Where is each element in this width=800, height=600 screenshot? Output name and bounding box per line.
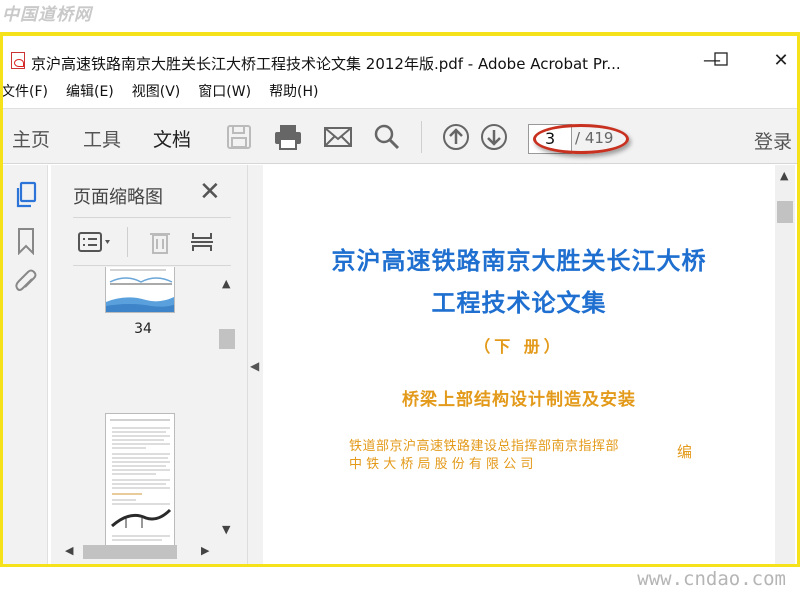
page-thumbnails-icon[interactable] [13,181,39,208]
doc-org-line1: 铁道部京沪高速铁路建设总指挥部南京指挥部 [349,439,620,454]
scroll-left-icon[interactable]: ◀ [65,544,73,557]
scroll-down-icon[interactable]: ▼ [222,523,230,536]
previous-page-icon[interactable] [442,123,470,151]
scroll-up-icon[interactable]: ▲ [222,277,230,290]
panel-title: 页面缩略图 [73,187,163,208]
tab-tools[interactable]: 工具 [83,125,121,152]
page-thumbnail[interactable] [105,413,175,549]
toolbar: 主页 工具 文档 3 / 419 登录 [3,108,797,164]
scroll-up-icon[interactable]: ▲ [780,169,788,182]
window-title: 京沪高速铁路南京大胜关长江大桥工程技术论文集 2012年版.pdf - Adob… [31,55,621,73]
attachment-icon[interactable] [13,269,39,295]
thumbnail-list: 34 [73,267,213,557]
search-icon[interactable] [373,123,401,151]
scroll-right-icon[interactable]: ▶ [201,544,209,557]
doc-subtitle: 桥梁上部结构设计制造及安装 [402,390,636,410]
tab-home[interactable]: 主页 [12,125,50,152]
title-bar: 京沪高速铁路南京大胜关长江大桥工程技术论文集 2012年版.pdf - Adob… [3,46,797,76]
watermark-bottom: www.cndao.com [637,568,786,590]
doc-title-line2: 工程技术论文集 [431,289,607,317]
doc-org-line2: 中 铁 大 桥 局 股 份 有 限 公 司 [349,457,534,472]
menu-help[interactable]: 帮助(H) [269,81,318,103]
tab-document[interactable]: 文档 [153,125,191,152]
pdf-file-icon [11,52,25,69]
left-rail [3,165,48,564]
insert-page-icon[interactable] [189,229,215,255]
watermark-top: 中国道桥网 [2,5,92,25]
maximize-button[interactable] [706,48,736,74]
divider [73,265,231,266]
page-thumbnail[interactable] [105,267,175,313]
doc-editor: 编 [677,443,693,461]
thumbnail-horizontal-scrollbar[interactable]: ◀ ▶ [61,543,233,559]
thumbnail-label: 34 [134,321,152,337]
panel-close-button[interactable]: ✕ [199,177,221,207]
print-icon[interactable] [273,123,301,151]
menu-file[interactable]: 文件(F) [3,81,48,103]
close-button[interactable]: ✕ [766,48,796,74]
document-vertical-scrollbar[interactable]: ▲ [775,165,795,564]
bookmark-icon[interactable] [13,227,39,256]
doc-title-line1: 京沪高速铁路南京大胜关长江大桥 [331,247,707,275]
collapse-arrow-icon[interactable]: ◀ [250,359,259,373]
menu-bar: 文件(F) 编辑(E) 视图(V) 窗口(W) 帮助(H) [3,81,337,103]
menu-window[interactable]: 窗口(W) [198,81,251,103]
login-button[interactable]: 登录 [754,127,792,154]
document-view: 京沪高速铁路南京大胜关长江大桥 工程技术论文集 （下 册） 桥梁上部结构设计制造… [263,165,775,564]
save-icon[interactable] [225,123,253,151]
menu-view[interactable]: 视图(V) [132,81,181,103]
scroll-thumb[interactable] [83,545,177,559]
thumbnail-vertical-scrollbar[interactable]: ▲ ▼ [219,277,235,539]
email-icon[interactable] [323,123,352,151]
maximize-icon [714,52,728,66]
highlight-oval [533,124,629,154]
acrobat-window: 京沪高速铁路南京大胜关长江大桥工程技术论文集 2012年版.pdf - Adob… [0,32,800,567]
menu-edit[interactable]: 编辑(E) [66,81,114,103]
thumbnail-options-icon[interactable] [77,229,115,255]
scroll-thumb[interactable] [219,329,235,349]
panel-divider [127,227,128,257]
delete-page-icon[interactable] [147,229,173,255]
scroll-thumb[interactable] [777,201,793,223]
thumbnails-panel: 页面缩略图 ✕ 34 ▲ ▼ ◀ ▶ [51,165,247,564]
doc-volume: （下 册） [474,337,564,356]
collapse-panel-handle[interactable]: ◀ [247,165,263,564]
next-page-icon[interactable] [480,123,508,151]
toolbar-divider [421,121,422,153]
divider [73,217,231,218]
